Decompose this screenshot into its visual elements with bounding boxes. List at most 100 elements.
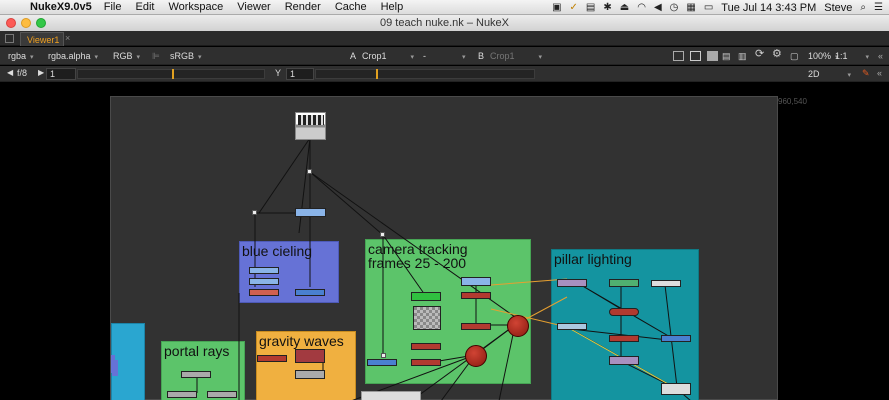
gamma-slider-handle[interactable] xyxy=(376,69,378,79)
pen-icon[interactable]: ✎ xyxy=(862,67,870,79)
node-connections xyxy=(196,137,691,400)
constant-node xyxy=(651,280,681,287)
chevron-down-icon: ▾ xyxy=(865,54,870,61)
colorspace-value: sRGB xyxy=(170,51,195,61)
menu-cache[interactable]: Cache xyxy=(335,1,367,13)
gpu-icon[interactable]: ⚙ xyxy=(772,48,782,60)
menu-workspace[interactable]: Workspace xyxy=(168,1,223,13)
dot-node xyxy=(380,232,385,237)
minimize-window-button[interactable] xyxy=(21,18,31,28)
blur-node xyxy=(207,391,237,398)
overlay-icon[interactable] xyxy=(707,51,718,61)
app-menu[interactable]: NukeX9.0v5 xyxy=(30,1,92,13)
grade-node xyxy=(295,370,325,379)
menu-viewer[interactable]: Viewer xyxy=(237,1,270,13)
chevron-down-icon: ▾ xyxy=(30,54,34,61)
dot-node xyxy=(381,353,386,358)
channels-value: rgba xyxy=(8,51,27,61)
gamma-slider[interactable] xyxy=(315,69,535,79)
fstop-value[interactable]: f/8 xyxy=(17,67,27,79)
b-input-value: Crop1 xyxy=(490,51,515,61)
gamma-label: Y xyxy=(275,68,282,78)
eject-icon[interactable]: ⏏ xyxy=(620,2,629,13)
roto-node xyxy=(367,359,397,366)
clock[interactable]: Tue Jul 14 3:43 PM xyxy=(721,2,816,14)
camera-icon[interactable]: ▣ xyxy=(552,2,561,13)
merge-node xyxy=(295,349,325,363)
volume-icon[interactable]: ◀ xyxy=(654,2,662,13)
refresh-icon[interactable]: ⟳ xyxy=(755,48,764,60)
flag-icon[interactable]: ▦ xyxy=(686,2,695,13)
view-mode-dropdown[interactable]: 2D ▾ xyxy=(808,68,851,80)
zoom-value: 100% xyxy=(808,51,832,61)
colorspace-dropdown[interactable]: sRGB ▾ xyxy=(170,50,202,62)
b-input-dropdown[interactable]: Crop1 ▾ xyxy=(490,50,542,62)
menu-file[interactable]: File xyxy=(104,1,122,13)
window-controls xyxy=(6,18,46,28)
gain-field[interactable]: 1 xyxy=(46,68,76,80)
chevron-down-icon: ▾ xyxy=(94,54,99,61)
close-tab-icon[interactable]: × xyxy=(65,33,70,43)
fstop-decrement-icon[interactable]: ◀ xyxy=(7,67,13,79)
status-area: ▣ ✓ ▤ ✱ ⏏ ◠ ◀ ◷ ▦ ▭ Tue Jul 14 3:43 PM S… xyxy=(552,0,883,15)
scanline-render-node xyxy=(465,345,487,367)
channels-dropdown[interactable]: rgba ▾ xyxy=(8,50,34,62)
user-name[interactable]: Steve xyxy=(824,2,852,14)
window-title-bar: 09 teach nuke.nk – NukeX xyxy=(0,15,889,31)
grade-node xyxy=(609,356,639,365)
checkmark-icon[interactable]: ✓ xyxy=(570,2,578,13)
tab-viewer1[interactable]: Viewer1 xyxy=(20,32,64,46)
display-dropdown[interactable]: RGB ▾ xyxy=(113,50,140,62)
merge-node xyxy=(249,289,279,296)
menu-help[interactable]: Help xyxy=(381,1,404,13)
fullscreen-icon[interactable]: ▢ xyxy=(790,50,799,62)
wifi-icon[interactable]: ◠ xyxy=(637,2,646,13)
box-icon[interactable]: ▤ xyxy=(586,2,595,13)
zoom-dropdown[interactable]: 100% ▾ xyxy=(808,50,839,62)
scanline-render-node xyxy=(507,315,529,337)
zoom-window-button[interactable] xyxy=(36,18,46,28)
lut-icon[interactable]: ⊫ xyxy=(152,50,160,62)
viewer-canvas[interactable]: 960,540 blue cieling camera tracking fra… xyxy=(0,82,889,400)
chevron-down-icon: ▾ xyxy=(462,54,466,61)
merge-node xyxy=(461,292,491,299)
menu-edit[interactable]: Edit xyxy=(136,1,155,13)
proxy-dropdown[interactable]: 1:1 ▾ xyxy=(835,50,869,62)
alpha-dropdown[interactable]: rgba.alpha ▾ xyxy=(48,50,98,62)
pixel-info-icon[interactable]: ▤ xyxy=(722,50,731,62)
gain-slider[interactable] xyxy=(77,69,265,79)
merge-node xyxy=(609,308,639,316)
alpha-value: rgba.alpha xyxy=(48,51,91,61)
list-icon[interactable]: ☰ xyxy=(874,2,883,13)
transform-node xyxy=(461,277,491,286)
grade-node xyxy=(557,279,587,287)
viewer-toolbar-secondary: ◀ f/8 ▶ 1 Y 1 2D ▾ ✎ « xyxy=(0,66,889,82)
read-node xyxy=(295,112,326,140)
roi-icon[interactable] xyxy=(673,51,684,61)
a-input-dropdown[interactable]: Crop1 ▾ xyxy=(362,50,414,62)
bluetooth-icon[interactable]: ✱ xyxy=(603,2,611,13)
fstop-increment-icon[interactable]: ▶ xyxy=(38,67,44,79)
proxy-value: 1:1 xyxy=(835,51,848,61)
format-resolution-label: 960,540 xyxy=(778,97,807,106)
battery-icon[interactable]: ▭ xyxy=(704,2,713,13)
compare-mode-dropdown[interactable]: - ▾ xyxy=(423,50,466,62)
read-node-thumbnail xyxy=(298,115,324,125)
tracker-node xyxy=(411,292,441,301)
gain-slider-handle[interactable] xyxy=(172,69,174,79)
pane-menu-icon[interactable] xyxy=(5,34,14,43)
display-value: RGB xyxy=(113,51,133,61)
tab-row: Viewer1 × xyxy=(0,31,889,46)
time-machine-icon[interactable]: ◷ xyxy=(670,2,679,13)
menu-render[interactable]: Render xyxy=(285,1,321,13)
toggle-icon[interactable]: ▥ xyxy=(738,50,747,62)
collapse-toolbar-icon[interactable]: « xyxy=(878,50,883,62)
safe-area-icon[interactable] xyxy=(690,51,701,61)
search-icon[interactable]: ⌕ xyxy=(860,2,866,13)
menu-bar: NukeX9.0v5 File Edit Workspace Viewer Re… xyxy=(0,0,889,15)
chevron-down-icon: ▾ xyxy=(538,54,543,61)
collapse-toolbar-icon[interactable]: « xyxy=(877,67,882,79)
gamma-field[interactable]: 1 xyxy=(286,68,314,80)
merge-node xyxy=(257,355,287,362)
close-window-button[interactable] xyxy=(6,18,16,28)
